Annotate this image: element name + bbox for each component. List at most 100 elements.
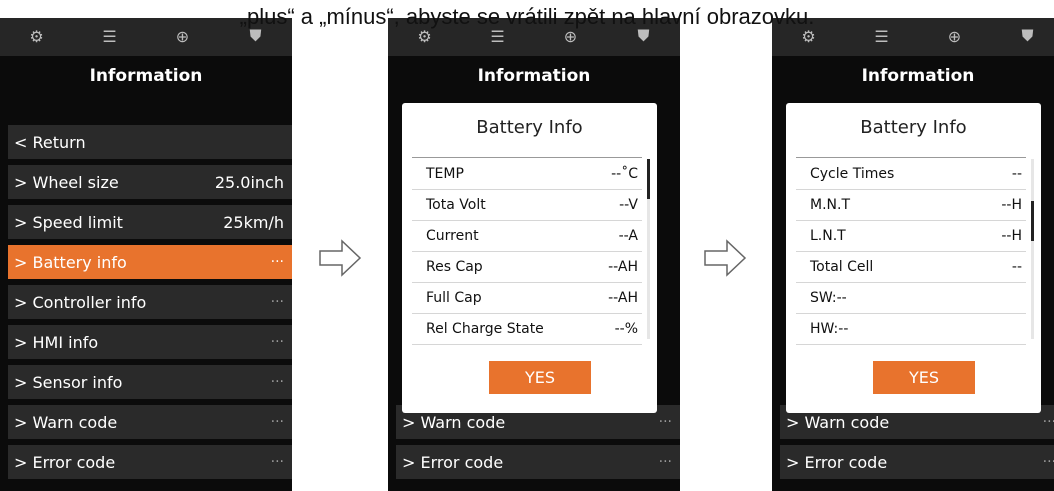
right-arrow-icon — [319, 239, 362, 277]
menu-item-error-code[interactable]: > Error code ··· — [8, 445, 292, 479]
menu-item-label: > Controller info — [14, 292, 147, 312]
menu-item-warn-code[interactable]: > Warn code ··· — [8, 405, 292, 439]
page-title: Information — [89, 66, 203, 86]
info-row-label: Res Cap — [426, 259, 483, 275]
top-toolbar: ⚙ ☰ ⊕ ⛊ — [388, 18, 680, 56]
shirt-icon[interactable]: ⛊ — [1013, 28, 1043, 46]
menu-item-value: ··· — [1042, 414, 1054, 430]
dialog-title: Battery Info — [476, 117, 583, 138]
menu-item-label: > Sensor info — [14, 372, 123, 392]
yes-button[interactable]: YES — [489, 361, 591, 394]
scrollbar-thumb[interactable] — [1031, 201, 1034, 241]
info-row-label: Total Cell — [810, 259, 874, 275]
info-row-label: Tota Volt — [426, 197, 486, 213]
menu-item-label: > Warn code — [402, 412, 506, 432]
menu-item-label: > Speed limit — [14, 212, 123, 232]
menu-item-error-code[interactable]: > Error code ··· — [780, 445, 1054, 479]
info-row-label: Current — [426, 228, 479, 244]
scrollbar-thumb[interactable] — [647, 159, 650, 199]
menu-item-value: 25km/h — [223, 212, 284, 232]
page-title: Information — [477, 66, 591, 86]
menu-item-value: ··· — [1042, 454, 1054, 470]
top-toolbar: ⚙ ☰ ⊕ ⛊ — [772, 18, 1054, 56]
info-row-label: M.N.T — [810, 197, 851, 213]
menu-item-label: > Wheel size — [14, 172, 119, 192]
screen-battery-info-page2: ⚙ ☰ ⊕ ⛊ Information > Warn code ··· > Err… — [772, 18, 1054, 491]
scrollbar[interactable] — [647, 159, 650, 339]
menu-item-value: ··· — [270, 454, 284, 470]
menu-item-speed-limit[interactable]: > Speed limit 25km/h — [8, 205, 292, 239]
menu-item-error-code[interactable]: > Error code ··· — [396, 445, 680, 479]
yes-button[interactable]: YES — [873, 361, 975, 394]
globe-icon[interactable]: ⊕ — [168, 27, 198, 47]
info-row-label: Full Cap — [426, 290, 482, 306]
menu-item-value: ··· — [658, 414, 672, 430]
menu-item-value: ··· — [270, 414, 284, 430]
divider — [796, 157, 1026, 158]
menu-item-sensor-info[interactable]: > Sensor info ··· — [8, 365, 292, 399]
info-row-value: --H — [1001, 197, 1022, 213]
settings-icon[interactable]: ⚙ — [794, 27, 824, 47]
menu-item-label: > Error code — [786, 452, 888, 472]
settings-icon[interactable]: ⚙ — [410, 27, 440, 47]
info-row-label: HW:-- — [810, 321, 849, 337]
menu-item-label: > Error code — [14, 452, 116, 472]
shirt-icon[interactable]: ⛊ — [241, 28, 271, 46]
list-icon[interactable]: ☰ — [867, 27, 897, 47]
menu-item-label: > Warn code — [14, 412, 118, 432]
info-row: Rel Charge State --% — [412, 314, 642, 345]
list-icon[interactable]: ☰ — [95, 27, 125, 47]
info-row: L.N.T --H — [796, 221, 1026, 252]
menu-item-controller-info[interactable]: > Controller info ··· — [8, 285, 292, 319]
scrollbar[interactable] — [1031, 159, 1034, 339]
dialog-title: Battery Info — [860, 117, 967, 138]
info-row: Res Cap --AH — [412, 252, 642, 283]
menu-item-value: ··· — [658, 454, 672, 470]
info-row-value: --AH — [608, 259, 638, 275]
menu-item-value: ··· — [270, 334, 284, 350]
globe-icon[interactable]: ⊕ — [556, 27, 586, 47]
menu-item-hmi-info[interactable]: > HMI info ··· — [8, 325, 292, 359]
info-row: Total Cell -- — [796, 252, 1026, 283]
info-row-value: --AH — [608, 290, 638, 306]
right-arrow-icon — [704, 239, 747, 277]
battery-info-dialog: Battery Info TEMP --˚C Tota Volt --V Curre… — [402, 103, 657, 413]
info-row-value: -- — [1011, 259, 1022, 275]
info-row-value: --% — [614, 321, 638, 337]
info-row: TEMP --˚C — [412, 159, 642, 190]
info-row-value: --A — [618, 228, 638, 244]
screen-information-menu: ⚙ ☰ ⊕ ⛊ Information < Return > Wheel siz… — [0, 18, 292, 491]
shirt-icon[interactable]: ⛊ — [629, 28, 659, 46]
info-row-label: SW:-- — [810, 290, 847, 306]
globe-icon[interactable]: ⊕ — [940, 27, 970, 47]
menu-item-label: > HMI info — [14, 332, 99, 352]
menu-item-value: ··· — [270, 294, 284, 310]
info-row-label: L.N.T — [810, 228, 846, 244]
info-row: Cycle Times -- — [796, 159, 1026, 190]
info-row-label: Rel Charge State — [426, 321, 544, 337]
menu-item-label: < Return — [14, 132, 86, 152]
menu-item-value: ··· — [270, 254, 284, 270]
settings-icon[interactable]: ⚙ — [22, 27, 52, 47]
info-row-value: -- — [1011, 166, 1022, 182]
list-icon[interactable]: ☰ — [483, 27, 513, 47]
info-row: Full Cap --AH — [412, 283, 642, 314]
menu-item-label: > Error code — [402, 452, 504, 472]
info-row: SW:-- — [796, 283, 1026, 314]
top-toolbar: ⚙ ☰ ⊕ ⛊ — [0, 18, 292, 56]
menu-item-wheel-size[interactable]: > Wheel size 25.0inch — [8, 165, 292, 199]
divider — [412, 157, 642, 158]
info-row-label: TEMP — [426, 166, 464, 182]
info-row: Current --A — [412, 221, 642, 252]
menu-item-label: > Battery info — [14, 252, 127, 272]
info-row-label: Cycle Times — [810, 166, 895, 182]
screen-battery-info-page1: ⚙ ☰ ⊕ ⛊ Information > Warn code ··· > Err… — [388, 18, 680, 491]
menu-item-battery-info[interactable]: > Battery info ··· — [8, 245, 292, 279]
info-row-value: --V — [619, 197, 638, 213]
menu-item-return[interactable]: < Return — [8, 125, 292, 159]
menu-item-label: > Warn code — [786, 412, 890, 432]
menu-item-value: 25.0inch — [214, 172, 284, 192]
info-row: M.N.T --H — [796, 190, 1026, 221]
info-row: Tota Volt --V — [412, 190, 642, 221]
info-row-value: --H — [1001, 228, 1022, 244]
